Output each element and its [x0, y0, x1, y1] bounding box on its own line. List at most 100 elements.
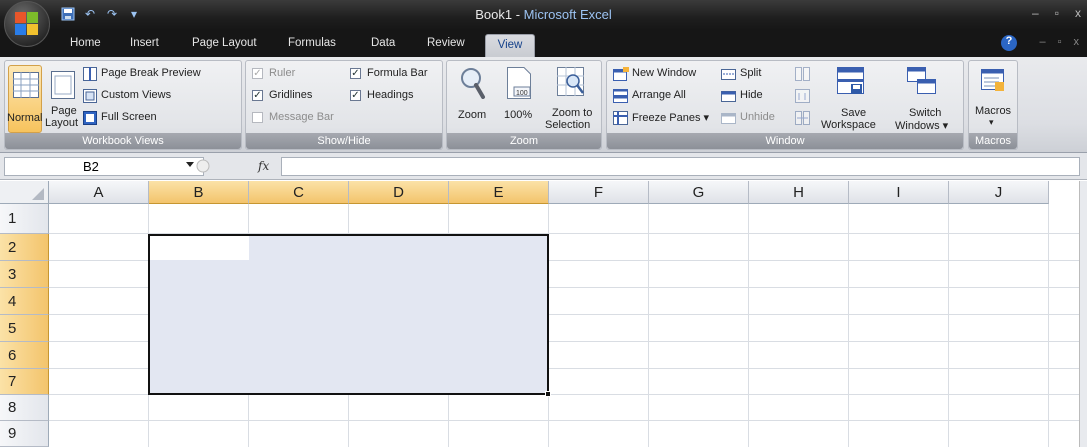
zoom-to-selection-icon [557, 67, 584, 96]
row-header-5[interactable]: 5 [0, 315, 49, 342]
macros-dropdown-icon: ▾ [989, 117, 994, 127]
zoom-group-label: Zoom [447, 133, 601, 149]
window-title: Book1 - Microsoft Excel [475, 7, 612, 22]
workbook-views-group: Normal Page Layout Page Break Preview Cu… [4, 60, 242, 150]
zoom-to-selection-button[interactable]: Zoom to Selection [545, 65, 599, 133]
gridlines-check-icon: ✓ [252, 90, 263, 101]
normal-view-button[interactable]: Normal [7, 65, 43, 133]
arrange-all-icon [613, 89, 628, 103]
row-header-7[interactable]: 7 [0, 369, 49, 395]
office-button[interactable] [4, 1, 50, 47]
title-bar: ↶ ↷ ▾ Book1 - Microsoft Excel – ▫ x [0, 0, 1087, 30]
row-header-6[interactable]: 6 [0, 342, 49, 369]
formula-bar-check-icon: ✓ [350, 68, 361, 79]
column-header-b[interactable]: B [149, 181, 249, 204]
tab-insert[interactable]: Insert [130, 37, 159, 49]
macros-icon [981, 69, 1004, 91]
custom-views-label: Custom Views [101, 89, 172, 101]
unhide-icon [721, 113, 736, 124]
close-button[interactable]: x [1075, 6, 1081, 20]
page-layout-label-1: Page [51, 105, 77, 117]
window-group: New Window Arrange All Freeze Panes ▾ Sp… [606, 60, 964, 150]
column-header-g[interactable]: G [649, 181, 749, 204]
page-layout-view-button[interactable]: Page Layout [45, 65, 79, 133]
zoom-to-label-1: Zoom to [552, 107, 593, 119]
row-header-8[interactable]: 8 [0, 395, 49, 421]
ruler-label: Ruler [269, 67, 296, 79]
macros-group-label: Macros [969, 133, 1017, 149]
select-all-button[interactable] [0, 181, 49, 204]
column-header-i[interactable]: I [849, 181, 949, 204]
page-break-preview-label: Page Break Preview [101, 67, 201, 79]
name-box[interactable]: B2 [4, 157, 204, 176]
view-side-by-side-icon[interactable] [795, 67, 811, 81]
reset-window-position-icon[interactable] [795, 111, 811, 125]
zoom-100-label: 100% [504, 109, 533, 121]
tab-view[interactable]: View [485, 34, 535, 58]
doc-minimize-button[interactable]: – [1039, 36, 1045, 48]
freeze-panes-label: Freeze Panes ▾ [632, 112, 710, 124]
save-workspace-button[interactable]: Save Workspace [819, 65, 883, 133]
formula-bar-label: Formula Bar [367, 67, 428, 79]
window-group-label: Window [607, 133, 963, 149]
tab-home[interactable]: Home [70, 37, 101, 49]
save-workspace-label-1: Save [841, 107, 867, 119]
insert-function-button[interactable]: fx [258, 159, 269, 173]
row-header-9[interactable]: 9 [0, 421, 49, 447]
select-all-icon [32, 188, 44, 200]
worksheet-grid[interactable]: ABCDEFGHIJ 123456789 [0, 181, 1087, 447]
tab-review[interactable]: Review [427, 37, 465, 49]
split-label: Split [740, 67, 762, 79]
ribbon-tab-bar: Home Insert Page Layout Formulas Data Re… [0, 30, 1087, 58]
switch-windows-label-1: Switch [909, 107, 942, 119]
zoom-group: Zoom 100 100% Zoom to Selection Zoom [446, 60, 602, 150]
split-icon [721, 69, 736, 80]
zoom-100-button[interactable]: 100 100% [499, 65, 539, 133]
freeze-panes-icon [613, 111, 628, 125]
normal-view-label: Normal [7, 112, 43, 124]
tab-formulas[interactable]: Formulas [288, 37, 336, 49]
maximize-button[interactable]: ▫ [1055, 6, 1059, 20]
column-header-c[interactable]: C [249, 181, 349, 204]
minimize-button[interactable]: – [1032, 6, 1039, 20]
column-header-d[interactable]: D [349, 181, 449, 204]
doc-restore-button[interactable]: ▫ [1058, 36, 1062, 48]
tab-page-layout[interactable]: Page Layout [192, 37, 257, 49]
message-bar-label: Message Bar [269, 111, 334, 123]
switch-windows-button[interactable]: Switch Windows ▾ [885, 65, 959, 133]
message-bar-check-icon [252, 112, 263, 123]
unhide-label: Unhide [740, 111, 775, 123]
office-logo-icon [15, 12, 39, 36]
help-icon[interactable]: ? [1001, 35, 1017, 51]
active-cell[interactable] [150, 236, 249, 260]
column-header-h[interactable]: H [749, 181, 849, 204]
zoom-label: Zoom [458, 109, 487, 121]
new-window-label: New Window [632, 67, 697, 79]
macros-label: Macros [975, 105, 1012, 117]
formula-input[interactable] [281, 157, 1080, 176]
synchronous-scrolling-icon[interactable] [795, 89, 811, 103]
save-workspace-label-2: Workspace [821, 119, 876, 131]
macros-button[interactable]: Macros ▾ [971, 65, 1015, 133]
custom-views-icon [83, 89, 97, 103]
zoom-button[interactable]: Zoom [453, 65, 493, 133]
doc-close-button[interactable]: x [1074, 36, 1080, 48]
column-header-j[interactable]: J [949, 181, 1049, 204]
row-header-4[interactable]: 4 [0, 288, 49, 315]
switch-windows-icon [907, 67, 936, 94]
column-header-e[interactable]: E [449, 181, 549, 204]
vertical-scrollbar[interactable] [1079, 181, 1087, 447]
gridlines-label: Gridlines [269, 89, 313, 101]
column-header-a[interactable]: A [49, 181, 149, 204]
page-break-icon [83, 67, 97, 81]
fill-handle[interactable] [545, 391, 551, 397]
row-header-2[interactable]: 2 [0, 234, 49, 261]
name-box-dropdown-icon[interactable] [186, 162, 194, 167]
tab-data[interactable]: Data [371, 37, 395, 49]
gridline-vertical [648, 204, 649, 447]
column-header-f[interactable]: F [549, 181, 649, 204]
row-header-3[interactable]: 3 [0, 261, 49, 288]
cancel-icon[interactable] [196, 159, 210, 173]
row-header-1[interactable]: 1 [0, 204, 49, 234]
zoom-to-label-2: Selection [545, 119, 591, 131]
